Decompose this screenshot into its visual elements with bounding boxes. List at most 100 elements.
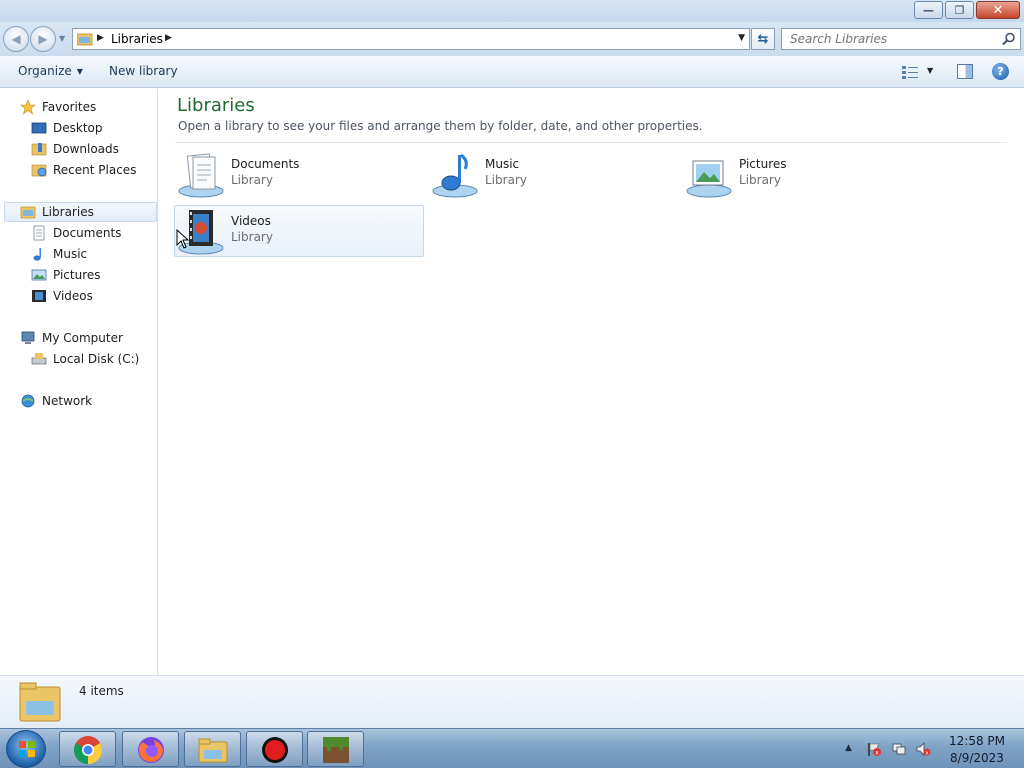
- restore-icon: ❐: [954, 3, 965, 17]
- breadcrumb-separator[interactable]: ▶: [97, 33, 104, 43]
- new-library-button[interactable]: New library: [109, 64, 178, 78]
- library-documents[interactable]: Documents Library: [175, 149, 425, 201]
- nav-documents-label: Documents: [53, 226, 122, 240]
- library-type: Library: [231, 230, 273, 244]
- nav-local-disk-label: Local Disk (C:): [53, 352, 140, 366]
- library-pictures[interactable]: Pictures Library: [683, 149, 933, 201]
- chevron-down-icon: ▼: [76, 67, 83, 76]
- search-box[interactable]: [781, 28, 1021, 50]
- nav-recent-places[interactable]: Recent Places: [31, 160, 136, 180]
- title-bar: — ❐ ✕: [0, 0, 1024, 22]
- content-pane: Libraries Open a library to see your fil…: [159, 89, 1024, 675]
- action-center-flag-icon[interactable]: x: [866, 741, 882, 757]
- nav-videos[interactable]: Videos: [31, 286, 93, 306]
- close-icon: ✕: [992, 2, 1004, 18]
- help-icon[interactable]: ?: [992, 63, 1009, 80]
- forward-button[interactable]: ▶: [30, 26, 56, 52]
- taskbar-chrome[interactable]: [59, 731, 116, 767]
- search-icon[interactable]: [1002, 32, 1016, 46]
- library-music[interactable]: Music Library: [429, 149, 679, 201]
- chrome-icon: [74, 736, 102, 764]
- refresh-button[interactable]: ⇆: [751, 28, 775, 50]
- network-status-icon[interactable]: [891, 741, 907, 757]
- library-videos[interactable]: Videos Library: [174, 205, 424, 257]
- nav-music[interactable]: Music: [31, 244, 87, 264]
- nav-recent-places-label: Recent Places: [53, 163, 137, 177]
- page-title: Libraries: [177, 95, 255, 116]
- nav-downloads[interactable]: Downloads: [31, 139, 119, 159]
- pictures-icon: [31, 269, 47, 281]
- music-icon: [33, 248, 41, 261]
- computer-icon: [21, 331, 35, 344]
- back-button[interactable]: ◀: [3, 26, 29, 52]
- window-controls: — ❐ ✕: [912, 1, 1020, 19]
- search-input[interactable]: [782, 29, 996, 49]
- taskbar-explorer[interactable]: [184, 731, 241, 767]
- navigation-bar: ◀ ▶ ▼ ▶ Libraries ▶ ▼ ⇆: [0, 22, 1024, 56]
- mouse-cursor-icon: [176, 229, 190, 249]
- item-count: 4 items: [79, 684, 124, 698]
- command-bar: Organize ▼ New library ▼ ?: [0, 56, 1024, 88]
- breadcrumb-libraries[interactable]: Libraries: [111, 32, 163, 46]
- recent-places-icon: [31, 164, 47, 177]
- start-button[interactable]: [6, 730, 46, 768]
- explorer-icon: [198, 738, 228, 763]
- nav-desktop[interactable]: Desktop: [31, 118, 103, 138]
- organize-label: Organize: [18, 64, 72, 78]
- address-dropdown-icon[interactable]: ▼: [738, 33, 745, 43]
- nav-network[interactable]: Network: [20, 391, 92, 411]
- maximize-button[interactable]: ❐: [945, 1, 974, 19]
- preview-pane-icon[interactable]: [957, 64, 973, 79]
- nav-network-label: Network: [42, 394, 93, 408]
- libraries-folder-icon: [77, 33, 93, 46]
- library-name: Documents: [231, 157, 300, 171]
- clock-date: 8/9/2023: [950, 751, 1004, 765]
- minimize-button[interactable]: —: [914, 1, 943, 19]
- nav-documents[interactable]: Documents: [31, 223, 121, 243]
- back-arrow-icon: ◀: [11, 32, 21, 46]
- clock-time: 12:58 PM: [949, 734, 1005, 748]
- record-icon: [262, 737, 288, 763]
- taskbar: ▲ x x 12:58 PM 8/9/2023: [0, 728, 1024, 768]
- volume-muted-icon[interactable]: x: [915, 741, 931, 757]
- downloads-icon: [31, 143, 47, 156]
- nav-libraries[interactable]: Libraries: [4, 202, 157, 222]
- nav-my-computer[interactable]: My Computer: [20, 328, 123, 348]
- taskbar-firefox[interactable]: [122, 731, 179, 767]
- details-pane: 4 items: [0, 675, 1024, 728]
- view-options-dropdown[interactable]: ▼: [927, 66, 933, 75]
- show-hidden-icons-button[interactable]: ▲: [845, 743, 852, 753]
- taskbar-recorder[interactable]: [246, 731, 303, 767]
- close-button[interactable]: ✕: [976, 1, 1020, 19]
- nav-downloads-label: Downloads: [53, 142, 119, 156]
- change-view-icon[interactable]: [902, 65, 918, 79]
- refresh-icon: ⇆: [757, 31, 769, 47]
- nav-music-label: Music: [53, 247, 88, 261]
- windows-logo-icon: [19, 741, 35, 757]
- libraries-icon: [20, 206, 36, 219]
- divider: [175, 142, 1007, 143]
- minecraft-icon: [323, 737, 349, 763]
- library-type: Library: [739, 173, 781, 187]
- recent-pages-dropdown[interactable]: ▼: [59, 34, 65, 43]
- star-icon: [20, 99, 36, 115]
- nav-pictures[interactable]: Pictures: [31, 265, 101, 285]
- system-clock[interactable]: 12:58 PM 8/9/2023: [942, 733, 1012, 767]
- network-icon: [21, 394, 35, 408]
- videos-icon: [32, 290, 46, 302]
- libraries-large-icon: [19, 682, 61, 722]
- documents-icon: [33, 225, 45, 241]
- taskbar-minecraft[interactable]: [307, 731, 364, 767]
- minimize-icon: —: [923, 3, 934, 17]
- nav-desktop-label: Desktop: [53, 121, 103, 135]
- nav-pictures-label: Pictures: [53, 268, 101, 282]
- library-type: Library: [231, 173, 273, 187]
- address-bar[interactable]: ▶ Libraries ▶ ▼: [72, 28, 750, 50]
- nav-videos-label: Videos: [53, 289, 93, 303]
- music-library-icon: [432, 153, 478, 198]
- organize-button[interactable]: Organize ▼: [18, 64, 83, 78]
- nav-favorites[interactable]: Favorites: [20, 97, 96, 117]
- local-disk-icon: [31, 353, 47, 365]
- breadcrumb-separator[interactable]: ▶: [165, 33, 172, 43]
- nav-local-disk[interactable]: Local Disk (C:): [31, 349, 139, 369]
